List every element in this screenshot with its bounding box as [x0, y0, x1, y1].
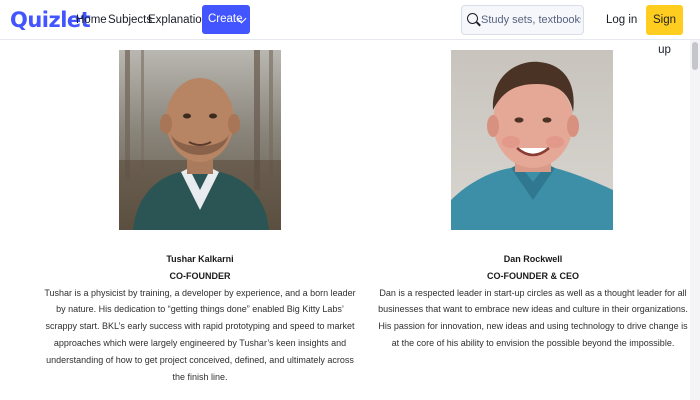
create-button[interactable]: Create	[202, 5, 250, 34]
search-box[interactable]	[461, 5, 584, 35]
tushar-kalkarni-photo	[119, 50, 281, 230]
login-link[interactable]: Log in	[606, 12, 637, 28]
dan-rockwell-photo	[451, 50, 613, 230]
team-member-name: Dan Rockwell	[503, 254, 563, 264]
search-icon	[467, 13, 478, 24]
team-member-bio: Tushar is a physicist by training, a dev…	[44, 287, 356, 382]
portrait-illustration	[119, 50, 281, 230]
team-member-role: CO-FOUNDER & CEO	[487, 270, 579, 281]
portrait-illustration	[451, 61, 613, 230]
team-member-role: CO-FOUNDER	[169, 270, 231, 281]
team-member-card: Dan Rockwell CO-FOUNDER & CEO Dan is a r…	[374, 251, 692, 352]
team-member-name: Tushar Kalkarni	[166, 254, 234, 264]
signup-button[interactable]: Sign up	[646, 5, 683, 56]
team-member-card: Tushar Kalkarni CO-FOUNDER Tushar is a p…	[42, 251, 358, 385]
team-member-bio: Dan is a respected leader in start-up ci…	[378, 287, 688, 348]
search-input[interactable]	[481, 12, 581, 28]
nav-subjects-link[interactable]: Subjects	[108, 12, 152, 28]
scrollbar-thumb[interactable]	[692, 42, 698, 70]
nav-home-link[interactable]: Home	[76, 12, 107, 28]
top-navigation-bar: Quizlet Home Subjects Explanations Creat…	[0, 0, 700, 56]
